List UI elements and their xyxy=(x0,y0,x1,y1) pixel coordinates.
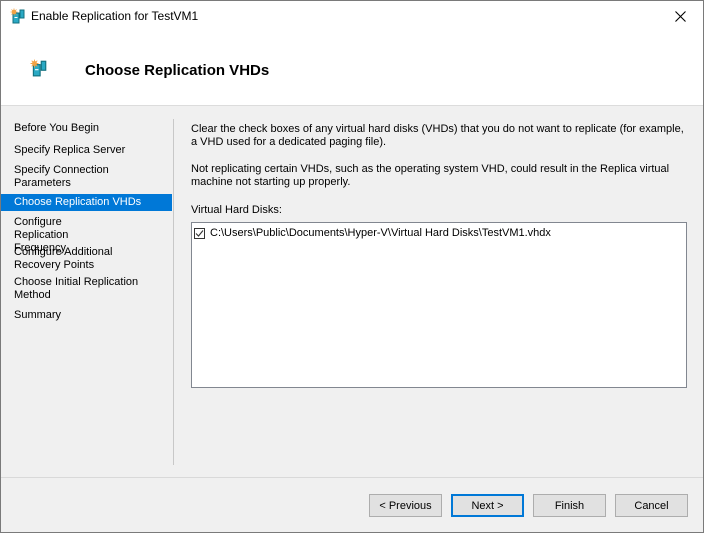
virtual-hard-disks-label: Virtual Hard Disks: xyxy=(191,204,282,216)
cancel-button[interactable]: Cancel xyxy=(615,494,688,517)
page-title: Choose Replication VHDs xyxy=(85,62,270,79)
vhd-list-item[interactable]: C:\Users\Public\Documents\Hyper-V\Virtua… xyxy=(194,225,551,241)
step-before-you-begin[interactable]: Before You Begin xyxy=(1,122,172,135)
finish-button[interactable]: Finish xyxy=(533,494,606,517)
warning-text: Not replicating certain VHDs, such as th… xyxy=(191,163,670,188)
vhd-path: C:\Users\Public\Documents\Hyper-V\Virtua… xyxy=(210,227,551,239)
hyper-v-replication-icon xyxy=(10,8,25,24)
step-choose-initial-replication-method[interactable]: Choose Initial Replication Method xyxy=(1,276,141,302)
title-bar[interactable]: Enable Replication for TestVM1 xyxy=(1,1,703,32)
step-summary[interactable]: Summary xyxy=(1,309,172,322)
vhd-list[interactable]: C:\Users\Public\Documents\Hyper-V\Virtua… xyxy=(191,222,687,388)
step-specify-connection-parameters[interactable]: Specify Connection Parameters xyxy=(1,164,111,190)
next-button[interactable]: Next > xyxy=(451,494,524,517)
close-icon xyxy=(674,11,686,22)
close-button[interactable] xyxy=(657,1,703,32)
step-choose-replication-vhds[interactable]: Choose Replication VHDs xyxy=(1,194,172,211)
previous-button[interactable]: < Previous xyxy=(369,494,442,517)
step-specify-replica-server[interactable]: Specify Replica Server xyxy=(1,144,172,157)
checkmark-icon xyxy=(195,229,204,237)
step-configure-additional-recovery-points[interactable]: Configure Additional Recovery Points xyxy=(1,246,113,272)
hyper-v-replication-icon xyxy=(30,59,47,77)
window-title: Enable Replication for TestVM1 xyxy=(31,9,199,23)
sidebar-divider xyxy=(173,119,174,465)
instruction-text: Clear the check boxes of any virtual har… xyxy=(191,123,684,148)
wizard-window: Enable Replication for TestVM1 Choose Re… xyxy=(0,0,704,533)
vhd-checkbox[interactable] xyxy=(194,227,205,239)
wizard-steps-nav: Before You Begin Specify Replica Server … xyxy=(1,106,173,466)
footer-divider xyxy=(1,477,703,478)
page-header: Choose Replication VHDs xyxy=(1,32,703,106)
